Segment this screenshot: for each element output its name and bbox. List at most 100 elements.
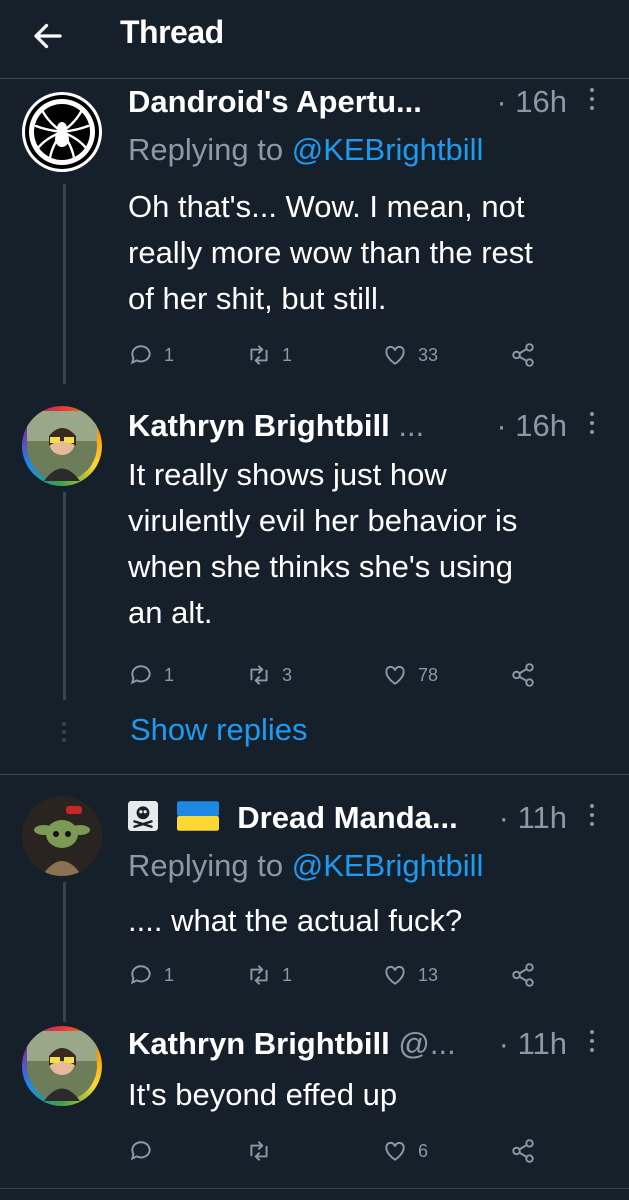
share-button[interactable] bbox=[510, 962, 546, 988]
timestamp[interactable]: · 11h bbox=[499, 1026, 567, 1062]
retweet-icon bbox=[250, 1141, 268, 1161]
timestamp[interactable]: · 11h bbox=[499, 800, 567, 836]
display-name[interactable]: Dandroid's Apertu... bbox=[128, 84, 422, 119]
divider bbox=[0, 1188, 629, 1189]
handle: @... bbox=[398, 1026, 456, 1061]
tweet[interactable]: Dread Manda... · 11h Replying to @KEBrig… bbox=[0, 790, 629, 1022]
tweet-text-line: of her shit, but still. bbox=[128, 281, 387, 316]
tweet-header: Kathryn Brightbill @... · 11h bbox=[128, 1026, 609, 1068]
reply-count: 1 bbox=[164, 664, 175, 685]
share-icon bbox=[512, 343, 534, 367]
heart-icon bbox=[385, 665, 405, 685]
avatar[interactable] bbox=[22, 1026, 102, 1106]
like-button[interactable]: 33 bbox=[382, 342, 438, 368]
reply-count: 1 bbox=[164, 964, 175, 985]
share-button[interactable] bbox=[510, 342, 546, 368]
mention-link[interactable]: @KEBrightbill bbox=[292, 132, 484, 167]
tweet-text: It's beyond effed up bbox=[128, 1072, 618, 1118]
tweet-text-line: It's beyond effed up bbox=[128, 1077, 398, 1112]
tweet-actions: 1 3 78 bbox=[128, 662, 548, 692]
tweet-text: .... what the actual fuck? bbox=[128, 898, 618, 944]
tweet-header: Kathryn Brightbill ... · 16h bbox=[128, 408, 609, 450]
share-button[interactable] bbox=[510, 662, 546, 688]
like-button[interactable]: 13 bbox=[382, 962, 438, 988]
more-options-icon[interactable] bbox=[589, 804, 595, 831]
more-options-icon[interactable] bbox=[589, 1030, 595, 1057]
like-count: 6 bbox=[418, 1140, 429, 1161]
spider-logo-icon bbox=[25, 95, 99, 169]
tweet-header: Dread Manda... · 11h bbox=[128, 800, 609, 842]
share-icon bbox=[512, 963, 534, 987]
tweet-text-line: an alt. bbox=[128, 595, 213, 630]
tweet-text-line: It really shows just how bbox=[128, 457, 447, 492]
heart-icon bbox=[385, 1141, 405, 1161]
reply-icon bbox=[130, 1141, 151, 1161]
thread-line bbox=[63, 184, 66, 384]
retweet-icon bbox=[250, 965, 268, 985]
reply-icon bbox=[130, 345, 151, 365]
reply-button[interactable]: 1 bbox=[128, 962, 174, 988]
divider bbox=[0, 774, 629, 775]
profile-photo-icon bbox=[22, 796, 102, 876]
tweet-text-line: when she thinks she's using bbox=[128, 549, 514, 584]
profile-photo-icon bbox=[27, 1031, 97, 1101]
reply-button[interactable]: 1 bbox=[128, 662, 174, 688]
like-count: 33 bbox=[418, 344, 439, 365]
tweet-text-line: Oh that's... Wow. I mean, not bbox=[128, 189, 525, 224]
like-count: 78 bbox=[418, 664, 439, 685]
share-button[interactable] bbox=[510, 1138, 546, 1164]
show-replies-link[interactable]: Show replies bbox=[130, 712, 307, 748]
tweet-header: Dandroid's Apertu... · 16h bbox=[128, 84, 609, 126]
retweet-button[interactable] bbox=[246, 1138, 282, 1164]
tweet-text-line: really more wow than the rest bbox=[128, 235, 533, 270]
tweet-text-line: .... what the actual fuck? bbox=[128, 903, 463, 938]
avatar[interactable] bbox=[22, 796, 102, 876]
retweet-button[interactable]: 3 bbox=[246, 662, 292, 688]
tweet[interactable]: Kathryn Brightbill @... · 11h It's beyon… bbox=[0, 1022, 629, 1192]
profile-photo-icon bbox=[27, 411, 97, 481]
skull-crossbones-icon bbox=[128, 800, 158, 839]
replying-to-label: Replying to bbox=[128, 848, 284, 883]
ukraine-flag-icon bbox=[176, 801, 219, 839]
tweet-actions: 1 1 13 bbox=[128, 962, 548, 992]
thread-line bbox=[63, 492, 66, 700]
more-options-icon[interactable] bbox=[589, 412, 595, 439]
heart-icon bbox=[385, 965, 405, 985]
display-name[interactable]: Kathryn Brightbill bbox=[128, 408, 390, 443]
like-button[interactable]: 6 bbox=[382, 1138, 428, 1164]
reply-button[interactable]: 1 bbox=[128, 342, 174, 368]
display-name[interactable]: Kathryn Brightbill bbox=[128, 1026, 390, 1061]
timestamp[interactable]: · 16h bbox=[496, 408, 567, 444]
tweet[interactable]: Kathryn Brightbill ... · 16h It really s… bbox=[0, 400, 629, 700]
more-options-icon[interactable] bbox=[589, 88, 595, 115]
more-replies-dots bbox=[62, 722, 68, 746]
share-icon bbox=[512, 663, 534, 687]
handle: ... bbox=[398, 408, 425, 443]
heart-icon bbox=[385, 345, 405, 365]
tweet-actions: 6 bbox=[128, 1138, 548, 1168]
back-arrow-icon[interactable] bbox=[30, 18, 66, 54]
thread-line bbox=[63, 882, 66, 1022]
retweet-button[interactable]: 1 bbox=[246, 342, 292, 368]
top-bar: Thread bbox=[0, 0, 629, 79]
timestamp[interactable]: · 16h bbox=[496, 84, 567, 120]
like-button[interactable]: 78 bbox=[382, 662, 438, 688]
retweet-button[interactable]: 1 bbox=[246, 962, 292, 988]
retweet-icon bbox=[250, 665, 268, 685]
avatar[interactable] bbox=[22, 92, 102, 172]
retweet-count: 1 bbox=[282, 344, 293, 365]
page-title: Thread bbox=[120, 14, 224, 50]
display-name[interactable]: Dread Manda... bbox=[237, 800, 458, 835]
reply-button[interactable] bbox=[128, 1138, 164, 1164]
mention-link[interactable]: @KEBrightbill bbox=[292, 848, 484, 883]
share-icon bbox=[512, 1139, 534, 1163]
like-count: 13 bbox=[418, 964, 439, 985]
replying-to: Replying to @KEBrightbill bbox=[128, 848, 483, 884]
retweet-icon bbox=[250, 345, 268, 365]
tweet-actions: 1 1 33 bbox=[128, 342, 548, 372]
tweet[interactable]: Dandroid's Apertu... · 16h Replying to @… bbox=[0, 80, 629, 384]
retweet-count: 3 bbox=[282, 664, 293, 685]
tweet-text: Oh that's... Wow. I mean, not really mor… bbox=[128, 184, 618, 322]
replying-to: Replying to @KEBrightbill bbox=[128, 132, 483, 168]
avatar[interactable] bbox=[22, 406, 102, 486]
